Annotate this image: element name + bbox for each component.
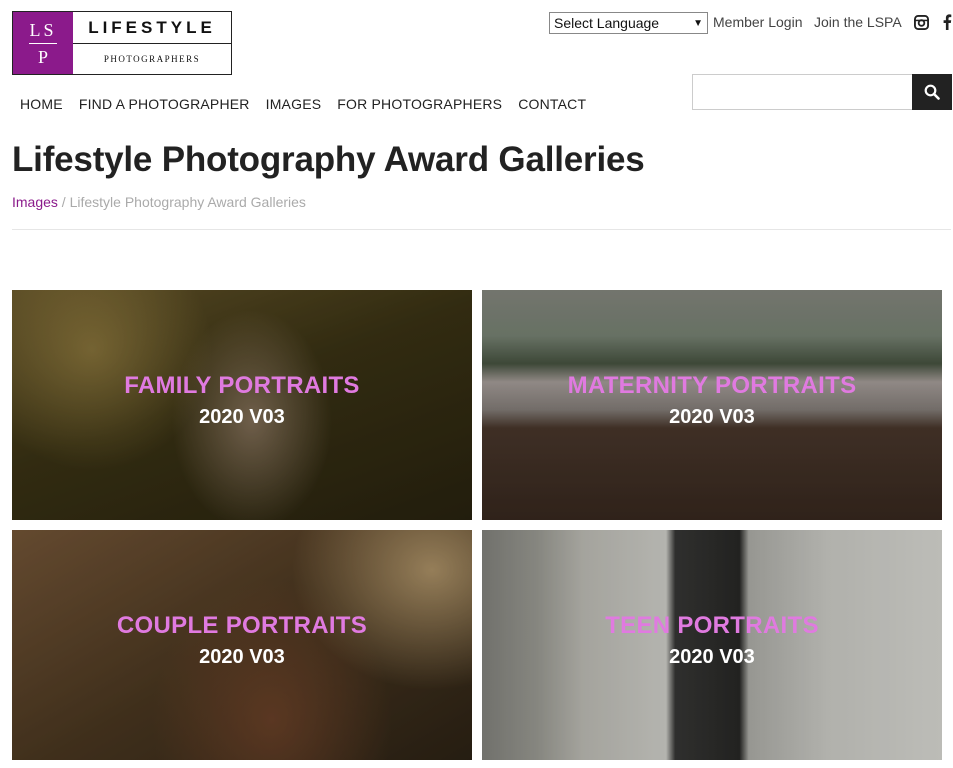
tile-caption: MATERNITY PORTRAITS 2020 V03: [482, 372, 942, 429]
page-title: Lifestyle Photography Award Galleries: [12, 140, 645, 179]
breadcrumb: Images / Lifestyle Photography Award Gal…: [12, 194, 306, 210]
breadcrumb-images-link[interactable]: Images: [12, 194, 58, 210]
language-select[interactable]: Select Language ▼: [549, 12, 708, 34]
tile-caption: COUPLE PORTRAITS 2020 V03: [12, 612, 472, 669]
logo-subtitle: PHOTOGRAPHERS: [103, 54, 201, 64]
search-form: [692, 74, 952, 110]
gallery-tile-teen-portraits[interactable]: TEEN PORTRAITS 2020 V03: [482, 530, 942, 760]
nav-item-home[interactable]: HOME: [20, 96, 63, 112]
tile-title: FAMILY PORTRAITS: [124, 372, 360, 399]
tile-title: COUPLE PORTRAITS: [116, 612, 368, 639]
breadcrumb-current: Lifestyle Photography Award Galleries: [69, 194, 306, 210]
tile-title: TEEN PORTRAITS: [605, 612, 819, 639]
tile-subtitle: 2020 V03: [199, 646, 285, 668]
header-divider: [12, 229, 951, 230]
search-input[interactable]: [692, 74, 912, 110]
gallery-tile-family-portraits[interactable]: FAMILY PORTRAITS 2020 V03: [12, 290, 472, 520]
main-nav: HOME FIND A PHOTOGRAPHER IMAGES FOR PHOT…: [20, 96, 586, 112]
instagram-glyph: [913, 14, 929, 30]
search-icon: [924, 84, 940, 100]
join-lspa-link[interactable]: Join the LSPA: [814, 14, 902, 30]
nav-item-images[interactable]: IMAGES: [266, 96, 322, 112]
site-logo[interactable]: LS P LIFESTYLE PHOTOGRAPHERS: [12, 11, 232, 75]
tile-caption: TEEN PORTRAITS 2020 V03: [482, 612, 942, 669]
gallery-tile-couple-portraits[interactable]: COUPLE PORTRAITS 2020 V03: [12, 530, 472, 760]
logo-mark-divider: [29, 42, 57, 44]
logo-mark-line2: P: [37, 46, 48, 67]
nav-item-contact[interactable]: CONTACT: [518, 96, 586, 112]
tile-subtitle: 2020 V03: [199, 406, 285, 428]
facebook-glyph: [943, 14, 952, 30]
tile-subtitle: 2020 V03: [669, 406, 755, 428]
tile-subtitle: 2020 V03: [669, 646, 755, 668]
gallery-tile-maternity-portraits[interactable]: MATERNITY PORTRAITS 2020 V03: [482, 290, 942, 520]
chevron-down-icon: ▼: [693, 17, 703, 29]
tile-title: MATERNITY PORTRAITS: [567, 372, 857, 399]
breadcrumb-separator: /: [57, 194, 70, 210]
instagram-icon[interactable]: [913, 13, 929, 31]
nav-item-find-a-photographer[interactable]: FIND A PHOTOGRAPHER: [79, 96, 250, 112]
logo-mark: LS P: [13, 12, 73, 74]
language-select-value: Select Language: [554, 15, 660, 31]
logo-wordmark: LIFESTYLE PHOTOGRAPHERS: [73, 12, 231, 74]
nav-item-for-photographers[interactable]: FOR PHOTOGRAPHERS: [337, 96, 502, 112]
facebook-icon[interactable]: [939, 13, 953, 31]
logo-mark-line1: LS: [29, 19, 57, 40]
search-button[interactable]: [912, 74, 952, 110]
tile-caption: FAMILY PORTRAITS 2020 V03: [12, 372, 472, 429]
logo-title: LIFESTYLE: [73, 12, 231, 44]
member-login-link[interactable]: Member Login: [713, 14, 803, 30]
